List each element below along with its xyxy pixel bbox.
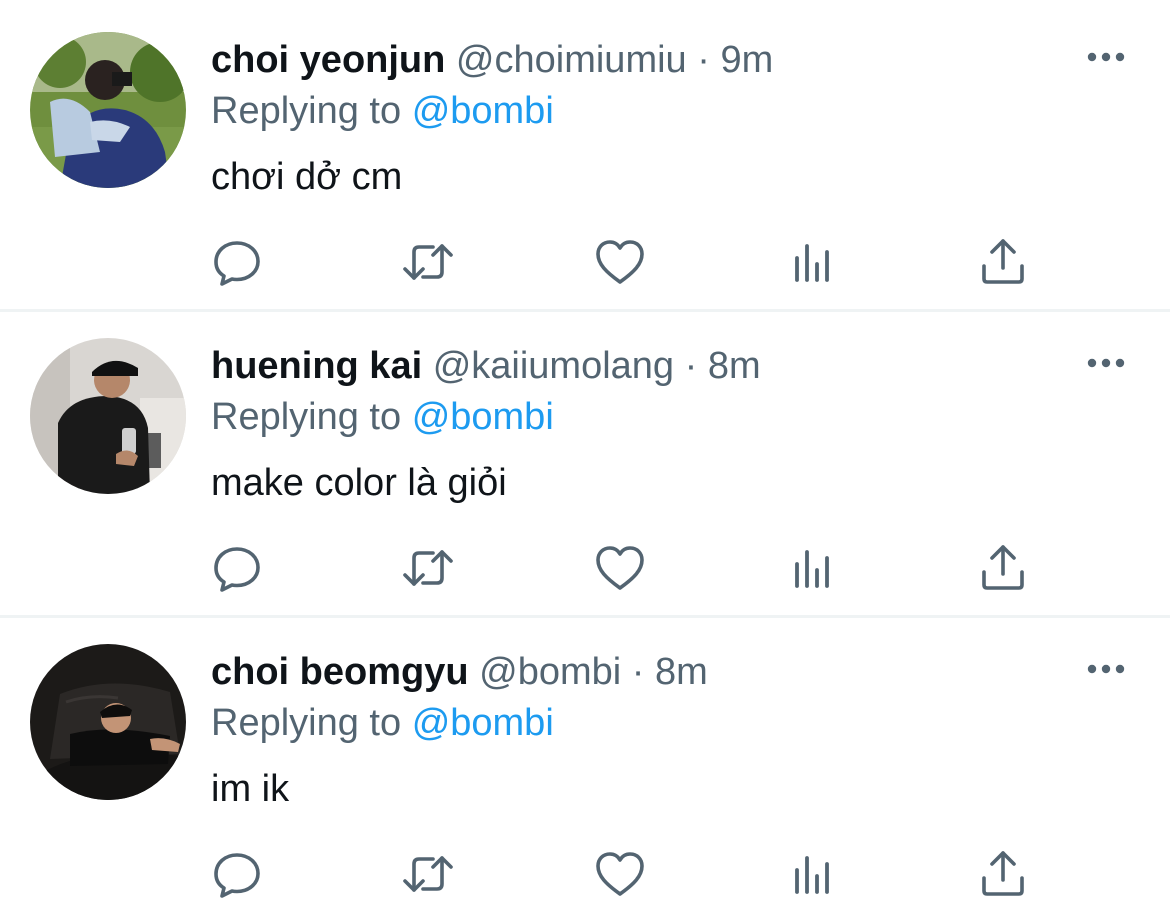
- retweet-icon[interactable]: [398, 232, 458, 292]
- display-name[interactable]: huening kai: [211, 345, 422, 387]
- tweet-text: make color là giỏi: [211, 462, 507, 504]
- tweet[interactable]: choi yeonjun @choimiumiu · 9m Replying t…: [0, 0, 1170, 306]
- display-name[interactable]: choi beomgyu: [211, 651, 469, 693]
- retweet-icon[interactable]: [398, 538, 458, 598]
- reply-icon[interactable]: [207, 844, 267, 904]
- heart-icon[interactable]: [590, 538, 650, 598]
- display-name[interactable]: choi yeonjun: [211, 39, 445, 81]
- separator-dot: ·: [697, 39, 710, 81]
- share-icon[interactable]: [973, 232, 1033, 292]
- replying-to-line: Replying to @bombi: [211, 701, 554, 745]
- mention-link[interactable]: @bombi: [412, 702, 554, 744]
- replying-to-label: Replying to: [211, 396, 402, 438]
- tweet-header: choi yeonjun @choimiumiu · 9m: [211, 38, 773, 82]
- more-icon[interactable]: [1080, 42, 1132, 72]
- replying-to-label: Replying to: [211, 90, 402, 132]
- tweet-text: chơi dở cm: [211, 156, 403, 198]
- tweet[interactable]: huening kai @kaiiumolang · 8m Replying t…: [0, 306, 1170, 612]
- mention-link[interactable]: @bombi: [412, 396, 554, 438]
- replying-to-line: Replying to @bombi: [211, 395, 554, 439]
- reply-icon[interactable]: [207, 232, 267, 292]
- tweet-header: huening kai @kaiiumolang · 8m: [211, 344, 761, 388]
- share-icon[interactable]: [973, 844, 1033, 904]
- more-icon[interactable]: [1080, 654, 1132, 684]
- analytics-icon[interactable]: [782, 844, 842, 904]
- timestamp[interactable]: 8m: [655, 651, 708, 693]
- reply-icon[interactable]: [207, 538, 267, 598]
- avatar[interactable]: [30, 338, 186, 494]
- user-handle[interactable]: @kaiiumolang: [433, 345, 674, 387]
- tweet-actions: [0, 844, 1170, 904]
- heart-icon[interactable]: [590, 844, 650, 904]
- mention-link[interactable]: @bombi: [412, 90, 554, 132]
- retweet-icon[interactable]: [398, 844, 458, 904]
- tweet-header: choi beomgyu @bombi · 8m: [211, 650, 708, 694]
- analytics-icon[interactable]: [782, 232, 842, 292]
- share-icon[interactable]: [973, 538, 1033, 598]
- tweet[interactable]: choi beomgyu @bombi · 8m Replying to @bo…: [0, 612, 1170, 918]
- timestamp[interactable]: 8m: [708, 345, 761, 387]
- user-handle[interactable]: @bombi: [479, 651, 621, 693]
- avatar[interactable]: [30, 644, 186, 800]
- heart-icon[interactable]: [590, 232, 650, 292]
- user-handle[interactable]: @choimiumiu: [456, 39, 687, 81]
- separator-dot: ·: [684, 345, 698, 387]
- timestamp[interactable]: 9m: [720, 39, 773, 81]
- avatar[interactable]: [30, 32, 186, 188]
- tweet-actions: [0, 538, 1170, 598]
- tweet-text: im ik: [211, 768, 290, 810]
- replying-to-line: Replying to @bombi: [211, 89, 554, 133]
- more-icon[interactable]: [1080, 348, 1132, 378]
- tweet-actions: [0, 232, 1170, 292]
- replying-to-label: Replying to: [211, 702, 402, 744]
- separator-dot: ·: [631, 651, 645, 693]
- analytics-icon[interactable]: [782, 538, 842, 598]
